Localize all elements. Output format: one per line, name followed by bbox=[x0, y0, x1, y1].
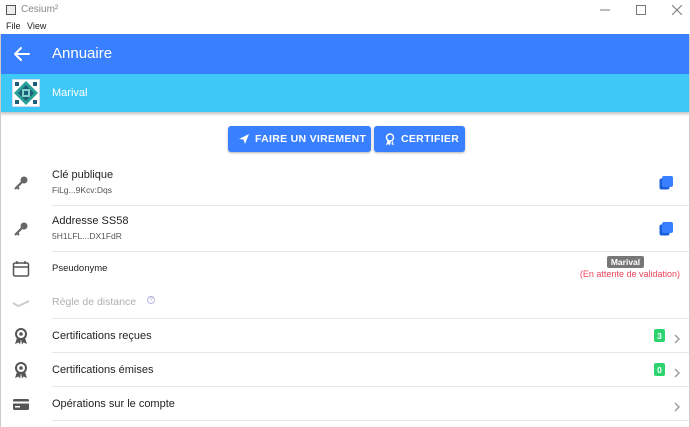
count-badge: 0 bbox=[654, 363, 665, 376]
minimize-icon[interactable] bbox=[592, 0, 618, 20]
arrow-left-icon[interactable] bbox=[12, 44, 32, 64]
certifications-issued-row[interactable]: Certifications émises 0 bbox=[0, 353, 690, 387]
operations-row[interactable]: Opérations sur le compte bbox=[0, 387, 690, 421]
avatar bbox=[12, 79, 40, 107]
ribbon-icon bbox=[12, 361, 30, 379]
key-icon bbox=[12, 174, 30, 192]
validation-status: (En attente de validation) bbox=[579, 269, 680, 279]
chevron-right-icon bbox=[673, 399, 681, 412]
credit-card-icon bbox=[12, 395, 30, 413]
copy-icon[interactable] bbox=[659, 222, 673, 236]
window-title: Cesium² bbox=[21, 4, 59, 15]
calendar-icon bbox=[12, 260, 30, 278]
transfer-button[interactable]: FAIRE UN VIREMENT bbox=[228, 126, 371, 152]
certify-button[interactable]: CERTIFIER bbox=[374, 126, 465, 152]
pseudonym-tag: Marival bbox=[607, 256, 644, 268]
divider bbox=[52, 420, 690, 421]
certifications-received-label: Certifications reçues bbox=[52, 330, 152, 342]
distance-icon bbox=[12, 294, 30, 312]
ss58-value: 5H1LFL...DX1FdR bbox=[52, 231, 122, 241]
public-key-row[interactable]: Clé publique FiLg...9Kcv:Dqs bbox=[0, 160, 690, 206]
transfer-button-label: FAIRE UN VIREMENT bbox=[255, 133, 367, 145]
public-key-value: FiLg...9Kcv:Dqs bbox=[52, 185, 112, 195]
ss58-address-row[interactable]: Addresse SS58 5H1LFL...DX1FdR bbox=[0, 206, 690, 252]
chevron-right-icon bbox=[673, 331, 681, 344]
maximize-icon[interactable] bbox=[628, 0, 654, 20]
distance-rule-row: Règle de distance ? bbox=[0, 286, 690, 319]
certifications-received-row[interactable]: Certifications reçues 3 bbox=[0, 319, 690, 353]
app-header: Annuaire bbox=[0, 34, 690, 74]
send-icon bbox=[239, 134, 249, 144]
operations-label: Opérations sur le compte bbox=[52, 398, 175, 410]
count-badge: 3 bbox=[654, 329, 665, 342]
pseudonym-row[interactable]: Pseudonyme Marival (En attente de valida… bbox=[0, 252, 690, 286]
window-border bbox=[0, 34, 1, 427]
pseudonym-label: Pseudonyme bbox=[52, 263, 108, 274]
menu-file[interactable]: File bbox=[6, 21, 21, 31]
copy-icon[interactable] bbox=[659, 176, 673, 190]
page-title: Annuaire bbox=[52, 45, 113, 62]
ss58-label: Addresse SS58 bbox=[52, 215, 129, 227]
window-titlebar: Cesium² bbox=[0, 0, 690, 20]
chevron-right-icon bbox=[673, 365, 681, 378]
close-icon[interactable] bbox=[664, 0, 690, 20]
identity-banner: Marival bbox=[0, 74, 690, 112]
menu-view[interactable]: View bbox=[27, 21, 46, 31]
key-icon bbox=[12, 220, 30, 238]
info-icon[interactable]: ? bbox=[147, 296, 155, 304]
menu-bar: File View bbox=[0, 20, 690, 34]
ribbon-icon bbox=[385, 132, 395, 145]
ribbon-icon bbox=[12, 327, 30, 345]
app-icon bbox=[6, 5, 16, 15]
identity-name: Marival bbox=[52, 87, 88, 99]
public-key-label: Clé publique bbox=[52, 169, 114, 181]
distance-rule-label: Règle de distance bbox=[52, 296, 137, 308]
certify-button-label: CERTIFIER bbox=[401, 133, 460, 145]
certifications-issued-label: Certifications émises bbox=[52, 364, 154, 376]
